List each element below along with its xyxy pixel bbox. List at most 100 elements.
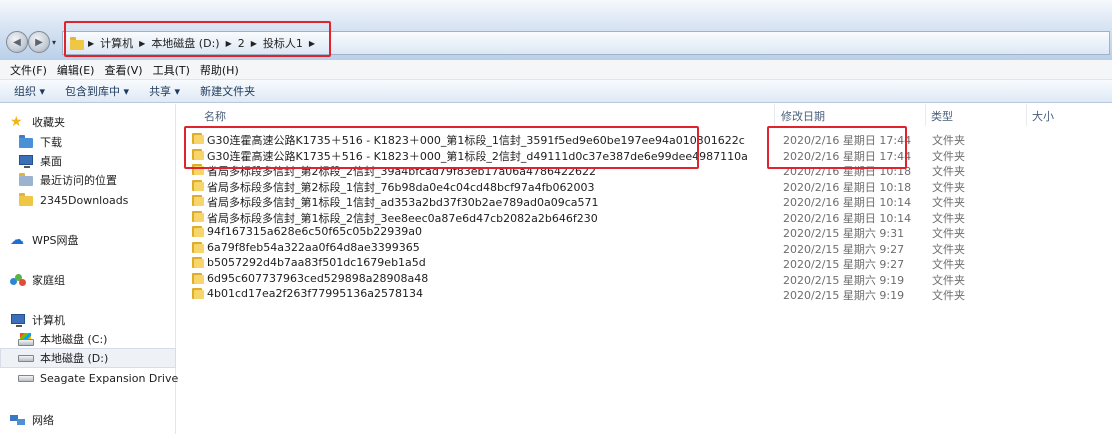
menu-view[interactable]: 查看(V) (100, 62, 148, 78)
folder-icon (192, 272, 204, 284)
breadcrumb-separator-icon[interactable]: ▶ (248, 39, 260, 48)
system-drive-icon (18, 332, 34, 346)
nav-wps-label: WPS网盘 (32, 234, 79, 247)
nav-homegroup[interactable]: 家庭组 (0, 270, 176, 290)
breadcrumb-separator-icon[interactable]: ▶ (136, 39, 148, 48)
column-header-date[interactable]: 修改日期 (781, 108, 825, 124)
nav-seagate-drive[interactable]: Seagate Expansion Drive (0, 368, 179, 388)
forward-arrow-icon: ▶ (35, 36, 43, 48)
back-button[interactable]: ◀ (6, 31, 28, 53)
folder-icon (18, 193, 34, 207)
folder-icon (192, 164, 204, 175)
menu-help[interactable]: 帮助(H) (196, 62, 245, 78)
download-folder-icon (18, 135, 34, 149)
list-item[interactable]: G30连霍高速公路K1735＋516 - K1823＋000_第1标段_1信封_… (176, 131, 1112, 147)
nav-drive-c-label: 本地磁盘 (C:) (40, 333, 108, 346)
nav-desktop[interactable]: 桌面 (0, 151, 176, 171)
address-bar-area: ◀ ▶ ▾ ▶ 计算机 ▶ 本地磁盘 (D:) ▶ 2 ▶ 投标人1 ▶ (0, 0, 1112, 60)
cloud-icon: ☁ (10, 232, 24, 248)
column-headers: 名称 修改日期 类型 大小 (176, 104, 1112, 126)
list-item[interactable]: 4b01cd17ea2f263f77995136a2578134 2020/2/… (176, 286, 1112, 302)
folder-icon (192, 288, 204, 299)
item-name: 6a79f8feb54a322aa0f64d8ae3399365 (207, 240, 420, 254)
breadcrumb-drive-d[interactable]: 本地磁盘 (D:) (148, 35, 222, 51)
folder-icon (192, 257, 204, 268)
folder-icon (192, 226, 204, 237)
nav-wps-cloud[interactable]: ☁ WPS网盘 (0, 230, 176, 250)
nav-2345downloads-label: 2345Downloads (40, 193, 129, 207)
nav-downloads-label: 下载 (40, 136, 62, 149)
column-divider[interactable] (925, 104, 926, 126)
nav-recent[interactable]: 最近访问的位置 (0, 170, 176, 190)
folder-icon (192, 148, 204, 160)
list-item[interactable]: 6a79f8feb54a322aa0f64d8ae3399365 2020/2/… (176, 240, 1112, 256)
folder-icon (192, 210, 204, 222)
breadcrumb-separator-icon[interactable]: ▶ (85, 39, 97, 48)
item-date: 2020/2/15 星期六 9:19 (783, 289, 905, 302)
nav-network[interactable]: 网络 (0, 410, 176, 430)
item-name: b5057292d4b7aa83f501dc1679eb1a5d (207, 256, 426, 269)
nav-drive-c[interactable]: 本地磁盘 (C:) (0, 329, 176, 349)
star-icon: ★ (10, 114, 23, 130)
share-button[interactable]: 共享 ▾ (149, 83, 180, 99)
back-arrow-icon: ◀ (13, 36, 21, 48)
menu-edit[interactable]: 编辑(E) (53, 62, 101, 78)
column-header-type[interactable]: 类型 (931, 108, 953, 124)
folder-icon (69, 37, 84, 50)
new-folder-button[interactable]: 新建文件夹 (200, 83, 255, 99)
nav-computer-label: 计算机 (32, 314, 65, 327)
item-name: 4b01cd17ea2f263f77995136a2578134 (207, 287, 423, 300)
breadcrumb-separator-icon[interactable]: ▶ (306, 39, 318, 48)
include-in-library-button[interactable]: 包含到库中 ▾ (65, 83, 129, 99)
folder-icon (192, 133, 204, 144)
item-name: 94f167315a628e6c50f65c05b22939a0 (207, 225, 423, 238)
recent-pages-dropdown-icon[interactable]: ▾ (52, 38, 56, 47)
computer-icon (10, 313, 26, 327)
drive-icon (18, 351, 34, 365)
column-header-size[interactable]: 大小 (1032, 108, 1054, 124)
column-divider[interactable] (1026, 104, 1027, 126)
nav-downloads[interactable]: 下载 (0, 132, 176, 152)
breadcrumb-computer[interactable]: 计算机 (97, 35, 136, 51)
menu-bar: 文件(F) 编辑(E) 查看(V) 工具(T) 帮助(H) (0, 60, 1112, 80)
nav-drive-d[interactable]: 本地磁盘 (D:) (0, 348, 176, 368)
nav-desktop-label: 桌面 (40, 155, 62, 168)
list-item[interactable]: 省局多标段多信封_第2标段_1信封_76b98da0e4c04cd48bcf97… (176, 178, 1112, 194)
breadcrumb-folder-2[interactable]: 2 (235, 37, 248, 50)
nav-2345downloads[interactable]: 2345Downloads (0, 190, 176, 210)
drive-icon (18, 371, 34, 385)
recent-places-icon (18, 173, 34, 187)
navigation-pane: ★ 收藏夹 下载 桌面 最近访问的位置 2345Downloads ☁ WPS网… (0, 104, 179, 434)
organize-button[interactable]: 组织 ▾ (14, 83, 45, 99)
folder-icon (192, 195, 204, 206)
list-item[interactable]: 6d95c607737963ced529898a28908a48 2020/2/… (176, 271, 1112, 287)
list-item[interactable]: 省局多标段多信封_第1标段_2信封_3ee8eec0a87e6d47cb2082… (176, 209, 1112, 225)
list-item[interactable]: 省局多标段多信封_第2标段_2信封_39a4bfcad79f83eb17a06a… (176, 162, 1112, 178)
column-divider[interactable] (774, 104, 775, 126)
desktop-icon (18, 154, 34, 168)
nav-drive-d-label: 本地磁盘 (D:) (40, 352, 109, 365)
folder-icon (192, 241, 204, 253)
list-item[interactable]: b5057292d4b7aa83f501dc1679eb1a5d 2020/2/… (176, 255, 1112, 271)
nav-seagate-label: Seagate Expansion Drive (40, 371, 179, 385)
menu-file[interactable]: 文件(F) (6, 62, 53, 78)
list-item[interactable]: 94f167315a628e6c50f65c05b22939a0 2020/2/… (176, 224, 1112, 240)
breadcrumb-bidder-1[interactable]: 投标人1 (260, 35, 306, 51)
list-item[interactable]: G30连霍高速公路K1735＋516 - K1823＋000_第1标段_2信封_… (176, 147, 1112, 163)
item-type: 文件夹 (932, 289, 965, 302)
list-item[interactable]: 省局多标段多信封_第1标段_1信封_ad353a2bd37f30b2ae789a… (176, 193, 1112, 209)
menu-tools[interactable]: 工具(T) (149, 62, 196, 78)
item-name: 6d95c607737963ced529898a28908a48 (207, 271, 429, 285)
nav-recent-label: 最近访问的位置 (40, 174, 117, 187)
network-icon (10, 413, 26, 427)
breadcrumb[interactable]: ▶ 计算机 ▶ 本地磁盘 (D:) ▶ 2 ▶ 投标人1 ▶ (62, 31, 1110, 55)
folder-icon (192, 179, 204, 191)
column-header-name[interactable]: 名称 (204, 108, 226, 124)
forward-button[interactable]: ▶ (28, 31, 50, 53)
homegroup-icon (10, 273, 26, 287)
nav-network-label: 网络 (32, 414, 54, 427)
nav-favorites[interactable]: ★ 收藏夹 (0, 112, 176, 132)
command-bar: 组织 ▾ 包含到库中 ▾ 共享 ▾ 新建文件夹 (0, 80, 1112, 103)
nav-computer[interactable]: 计算机 (0, 310, 176, 330)
breadcrumb-separator-icon[interactable]: ▶ (223, 39, 235, 48)
